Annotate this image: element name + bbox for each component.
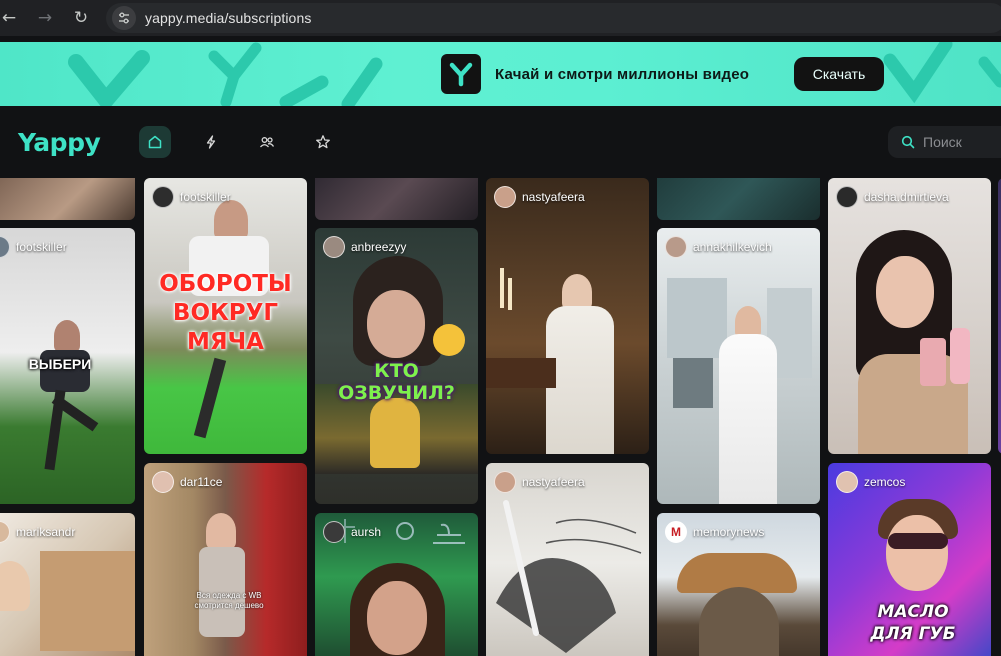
video-author[interactable]: aursh <box>351 525 381 539</box>
video-card[interactable]: annakhilkevich <box>657 228 820 504</box>
app-download-banner: Качай и смотри миллионы видео Скачать <box>0 42 1001 106</box>
reload-icon[interactable]: ↻ <box>68 5 94 31</box>
video-author[interactable]: zemcos <box>864 475 905 489</box>
app-header: Yappy Поиск <box>0 106 1001 178</box>
video-card[interactable]: footskiller ВЫБЕРИ <box>0 228 135 504</box>
banner-text: Качай и смотри миллионы видео <box>495 66 750 83</box>
sketch-drawing-icon <box>496 500 642 653</box>
video-card[interactable]: mariksandr <box>0 513 135 656</box>
video-feed: footskiller ВЫБЕРИ mariksandr footskille… <box>0 178 1001 656</box>
video-author[interactable]: mariksandr <box>16 525 75 539</box>
video-author[interactable]: memorynews <box>693 525 764 539</box>
video-overlay-text: МАСЛО ДЛЯ ГУБ <box>870 602 956 644</box>
video-author[interactable]: footskiller <box>16 240 67 254</box>
video-author[interactable]: dar11ce <box>180 475 222 489</box>
video-card[interactable]: Mmemorynews <box>657 513 820 656</box>
arrow-left-icon[interactable]: ← <box>0 5 22 31</box>
y-decoration-icon <box>883 42 1001 104</box>
video-card[interactable]: zemcos МАСЛО ДЛЯ ГУБ <box>828 463 991 656</box>
tune-icon[interactable] <box>112 6 136 30</box>
star-icon <box>316 135 330 149</box>
search-field[interactable]: Поиск <box>888 126 1001 158</box>
download-button[interactable]: Скачать <box>794 57 884 91</box>
url-text: yappy.media/subscriptions <box>145 10 312 26</box>
video-card[interactable]: aursh <box>315 513 478 656</box>
video-author[interactable]: dasha.dmirtieva <box>864 190 949 204</box>
video-card[interactable] <box>657 178 820 220</box>
y-decoration-icon <box>68 42 383 106</box>
home-icon <box>148 135 162 149</box>
video-card[interactable]: dar11ce Вся одежда с WB смотрится дешево <box>144 463 307 656</box>
video-card[interactable]: dasha.dmirtieva <box>828 178 991 454</box>
video-author[interactable]: anbreezyy <box>351 240 406 254</box>
video-overlay-text: ОБОРОТЫ ВОКРУГ МЯЧА <box>159 271 292 355</box>
video-overlay-text: КТО ОЗВУЧИЛ? <box>338 360 455 404</box>
video-overlay-text: ВЫБЕРИ <box>28 356 92 372</box>
nav-lightning[interactable] <box>195 126 227 158</box>
yappy-logo-icon <box>441 54 481 94</box>
search-placeholder: Поиск <box>923 134 962 150</box>
arrow-right-icon[interactable]: → <box>32 5 58 31</box>
video-author[interactable]: nastyafeera <box>522 475 585 489</box>
nav-people[interactable] <box>251 126 283 158</box>
video-card[interactable]: footskiller ОБОРОТЫ ВОКРУГ МЯЧА <box>144 178 307 454</box>
address-bar[interactable]: yappy.media/subscriptions <box>106 3 1001 33</box>
nav-home[interactable] <box>139 126 171 158</box>
nav-star[interactable] <box>307 126 339 158</box>
video-card[interactable]: anbreezyy КТО ОЗВУЧИЛ? <box>315 228 478 504</box>
people-icon <box>260 137 275 148</box>
search-icon <box>901 135 915 149</box>
video-author[interactable]: nastyafeera <box>522 190 585 204</box>
brand-logo[interactable]: Yappy <box>18 128 101 157</box>
video-card[interactable] <box>0 178 135 220</box>
video-author[interactable]: annakhilkevich <box>693 240 772 254</box>
video-card[interactable] <box>315 178 478 220</box>
video-card[interactable]: nastyafeera <box>486 463 649 656</box>
video-author[interactable]: footskiller <box>180 190 231 204</box>
browser-toolbar: ← → ↻ yappy.media/subscriptions <box>0 0 1001 36</box>
video-overlay-text: Вся одежда с WB смотрится дешево <box>194 591 264 610</box>
video-card[interactable]: nastyafeera <box>486 178 649 454</box>
lightning-icon <box>206 135 216 149</box>
